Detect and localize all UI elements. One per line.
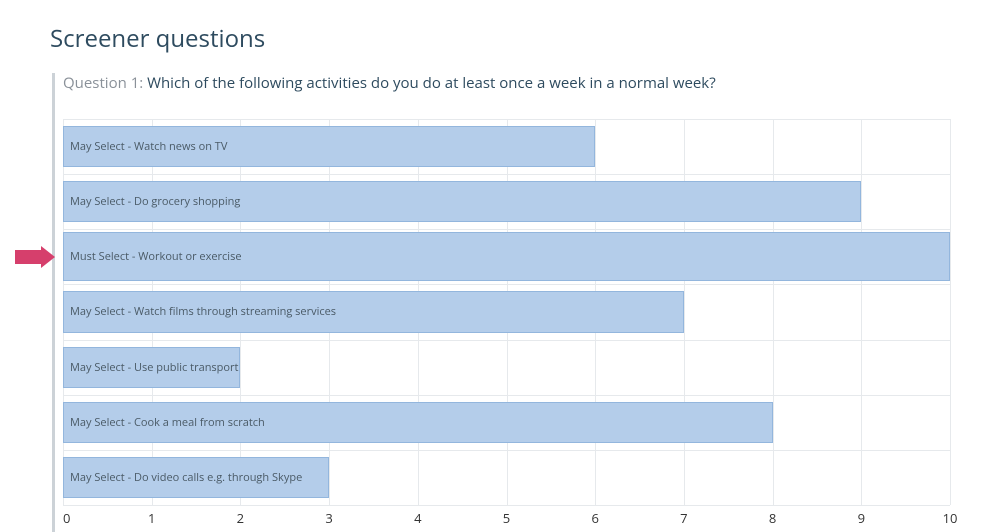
question-line: Question 1: Which of the following activ… — [63, 73, 950, 93]
chart: May Select - Watch news on TV May Select … — [63, 119, 950, 532]
x-tick: 1 — [148, 509, 155, 527]
x-tick: 5 — [503, 509, 510, 527]
gridline-vertical — [950, 119, 951, 505]
bar-row: May Select - Watch films through streami… — [63, 284, 950, 339]
bar-label: Must Select - Workout or exercise — [64, 249, 242, 264]
bar: May Select - Cook a meal from scratch — [63, 402, 773, 443]
bar-label: May Select - Do grocery shopping — [64, 194, 240, 209]
bar: May Select - Watch films through streami… — [63, 291, 684, 332]
page-title: Screener questions — [50, 22, 950, 55]
x-tick: 3 — [325, 509, 332, 527]
x-tick: 2 — [237, 509, 244, 527]
bar: May Select - Use public transport — [63, 347, 240, 388]
bar-row: May Select - Do video calls e.g. through… — [63, 450, 950, 505]
x-tick: 9 — [858, 509, 865, 527]
x-tick: 6 — [591, 509, 598, 527]
question-block: Question 1: Which of the following activ… — [52, 73, 950, 532]
bar-label: May Select - Use public transport — [64, 360, 238, 375]
bar-row: May Select - Watch news on TV — [63, 119, 950, 174]
bar-label: May Select - Cook a meal from scratch — [64, 415, 265, 430]
bar: May Select - Do video calls e.g. through… — [63, 457, 329, 498]
bar-row: May Select - Use public transport — [63, 340, 950, 395]
x-tick: 10 — [943, 509, 958, 527]
bar-row: May Select - Cook a meal from scratch — [63, 395, 950, 450]
bar: May Select - Do grocery shopping — [63, 181, 861, 222]
x-tick: 4 — [414, 509, 421, 527]
bar-label: May Select - Watch films through streami… — [64, 304, 336, 319]
bar-label: May Select - Do video calls e.g. through… — [64, 470, 302, 485]
question-text: Which of the following activities do you… — [147, 73, 716, 93]
bar-row: Must Select - Workout or exercise — [63, 229, 950, 284]
x-axis: 012345678910 — [63, 505, 950, 532]
bar: Must Select - Workout or exercise — [63, 232, 950, 281]
arrow-right-icon — [15, 246, 55, 268]
bar-label: May Select - Watch news on TV — [64, 139, 227, 154]
x-tick: 8 — [769, 509, 776, 527]
bar-row: May Select - Do grocery shopping — [63, 174, 950, 229]
x-tick: 7 — [680, 509, 687, 527]
question-prefix: Question 1: — [63, 73, 143, 93]
x-tick: 0 — [63, 509, 70, 527]
bar: May Select - Watch news on TV — [63, 126, 595, 167]
